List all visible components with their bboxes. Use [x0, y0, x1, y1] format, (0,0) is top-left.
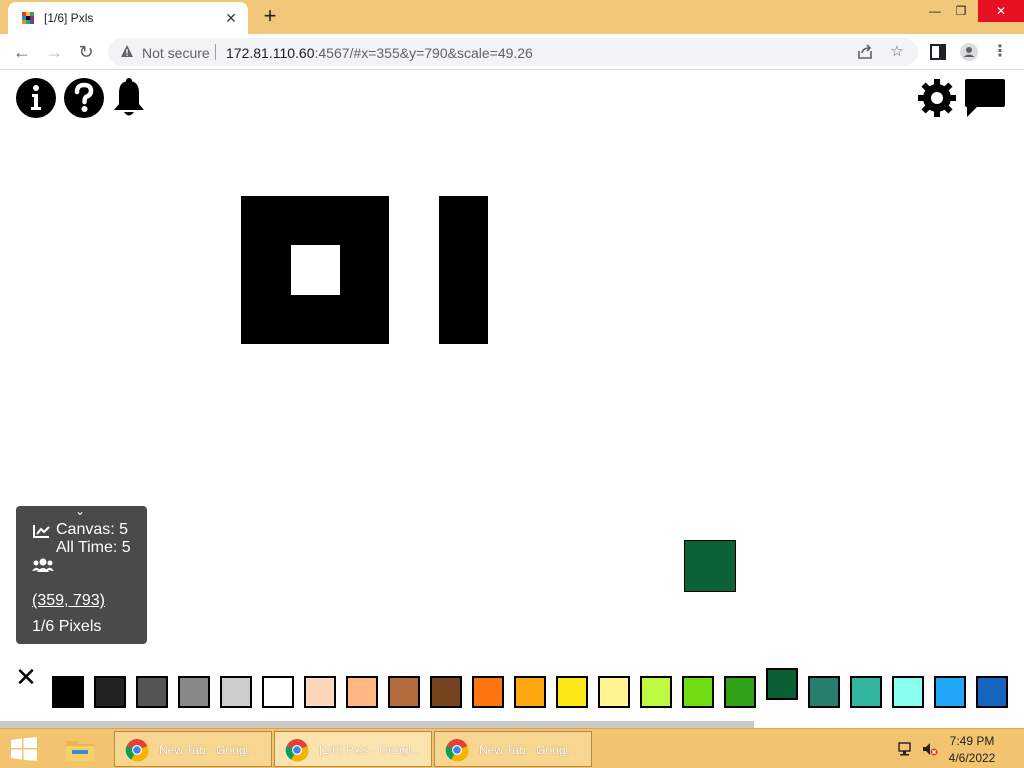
settings-gear-icon[interactable] — [917, 77, 957, 119]
info-panel: ⌄ Canvas: 5 All Time: 5 (359, 793) 1/6 P… — [16, 504, 147, 644]
taskbar-app-label: [1/6] Pxls - Googl... — [319, 743, 422, 757]
not-secure-label: Not secure — [142, 45, 210, 61]
tab-close-icon[interactable]: ✕ — [222, 9, 240, 27]
color-palette — [52, 668, 1024, 711]
palette-swatch[interactable] — [304, 676, 336, 708]
chart-icon — [33, 525, 50, 538]
palette-swatch[interactable] — [220, 676, 252, 708]
taskbar-chrome-newtab-2[interactable]: New Tab - Googl... — [434, 731, 592, 767]
taskbar-chrome-newtab-1[interactable]: New Tab - Googl... — [114, 731, 272, 767]
palette-swatch[interactable] — [892, 676, 924, 708]
screen: [1/6] Pxls ✕ + — ❐ ✕ ← → ↻ Not secure 17… — [0, 0, 1024, 768]
palette-swatch[interactable] — [178, 676, 210, 708]
share-icon[interactable] — [856, 43, 874, 61]
chrome-icon — [285, 739, 309, 762]
palette-swatch[interactable] — [766, 668, 798, 700]
pixel-count-label: 1/6 Pixels — [32, 618, 102, 635]
window-close-button[interactable]: ✕ — [978, 0, 1024, 22]
palette-swatch[interactable] — [94, 676, 126, 708]
palette-swatch[interactable] — [724, 676, 756, 708]
palette-swatch[interactable] — [346, 676, 378, 708]
pxls-page: ⌄ Canvas: 5 All Time: 5 (359, 793) 1/6 P… — [0, 71, 1024, 728]
network-icon[interactable] — [898, 741, 914, 757]
palette-swatch[interactable] — [52, 676, 84, 708]
clock-date[interactable]: 4/6/2022 — [942, 751, 1002, 765]
new-tab-button[interactable]: + — [258, 4, 282, 28]
taskbar-app-label: New Tab - Googl... — [159, 743, 259, 757]
palette-swatch[interactable] — [514, 676, 546, 708]
browser-toolbar: ← → ↻ Not secure 172.81.110.60:4567/#x=3… — [0, 34, 1024, 70]
info-icon[interactable] — [15, 77, 57, 119]
palette-swatch[interactable] — [682, 676, 714, 708]
browser-tab-strip: [1/6] Pxls ✕ + — ❐ ✕ — [0, 0, 1024, 34]
taskbar-app-label: New Tab - Googl... — [479, 743, 579, 757]
url-text[interactable]: 172.81.110.60:4567/#x=355&y=790&scale=49… — [226, 45, 533, 61]
coordinates-link[interactable]: (359, 793) — [32, 592, 105, 610]
address-bar[interactable]: Not secure 172.81.110.60:4567/#x=355&y=7… — [108, 38, 918, 66]
users-icon — [32, 558, 54, 572]
bell-icon[interactable] — [109, 77, 149, 119]
forward-button[interactable]: → — [42, 40, 66, 64]
pxls-favicon-icon — [22, 12, 34, 24]
clock-time[interactable]: 7:49 PM — [942, 734, 1002, 748]
canvas-pixel-column[interactable] — [439, 196, 488, 344]
warning-icon — [121, 45, 133, 57]
alltime-count-label: All Time: 5 — [56, 539, 131, 556]
url-host: 172.81.110.60 — [226, 45, 315, 61]
selected-color-cursor[interactable] — [684, 540, 736, 592]
palette-swatch[interactable] — [136, 676, 168, 708]
canvas-pixel-white[interactable] — [291, 245, 340, 295]
tab-title: [1/6] Pxls — [44, 11, 94, 25]
canvas-count-label: Canvas: 5 — [56, 521, 129, 538]
palette-swatch[interactable] — [430, 676, 462, 708]
bookmark-star-icon[interactable]: ☆ — [888, 43, 906, 61]
palette-swatch[interactable] — [976, 676, 1008, 708]
url-path: :4567/#x=355&y=790&scale=49.26 — [314, 45, 533, 61]
restore-button[interactable]: ❐ — [946, 0, 976, 22]
palette-swatch[interactable] — [262, 676, 294, 708]
panel-collapse-chevron-icon[interactable]: ⌄ — [75, 504, 85, 518]
profile-icon[interactable] — [959, 42, 979, 62]
chrome-icon — [445, 739, 469, 762]
palette-swatch[interactable] — [934, 676, 966, 708]
palette-swatch[interactable] — [472, 676, 504, 708]
chat-icon[interactable] — [963, 77, 1007, 119]
palette-swatch[interactable] — [850, 676, 882, 708]
reload-button[interactable]: ↻ — [74, 40, 98, 64]
side-panel-icon[interactable] — [928, 42, 948, 62]
omnibox-divider — [215, 44, 216, 60]
taskbar-chrome-pxls[interactable]: [1/6] Pxls - Googl... — [274, 731, 432, 767]
palette-close-icon[interactable]: ✕ — [14, 664, 38, 690]
horizontal-scrollbar[interactable] — [0, 721, 754, 728]
help-icon[interactable] — [63, 77, 105, 119]
windows-taskbar: New Tab - Googl... [1/6] Pxls - Googl...… — [0, 728, 1024, 768]
browser-tab-pxls[interactable]: [1/6] Pxls ✕ — [8, 2, 248, 34]
palette-swatch[interactable] — [640, 676, 672, 708]
back-button[interactable]: ← — [10, 40, 34, 64]
chrome-menu-icon[interactable]: ⋮ — [990, 42, 1010, 62]
palette-swatch[interactable] — [388, 676, 420, 708]
chrome-icon — [125, 739, 149, 762]
volume-muted-icon[interactable] — [922, 741, 938, 757]
palette-swatch[interactable] — [556, 676, 588, 708]
palette-swatch[interactable] — [808, 676, 840, 708]
file-explorer-icon[interactable] — [64, 735, 96, 763]
palette-swatch[interactable] — [598, 676, 630, 708]
windows-start-icon[interactable] — [10, 737, 38, 761]
